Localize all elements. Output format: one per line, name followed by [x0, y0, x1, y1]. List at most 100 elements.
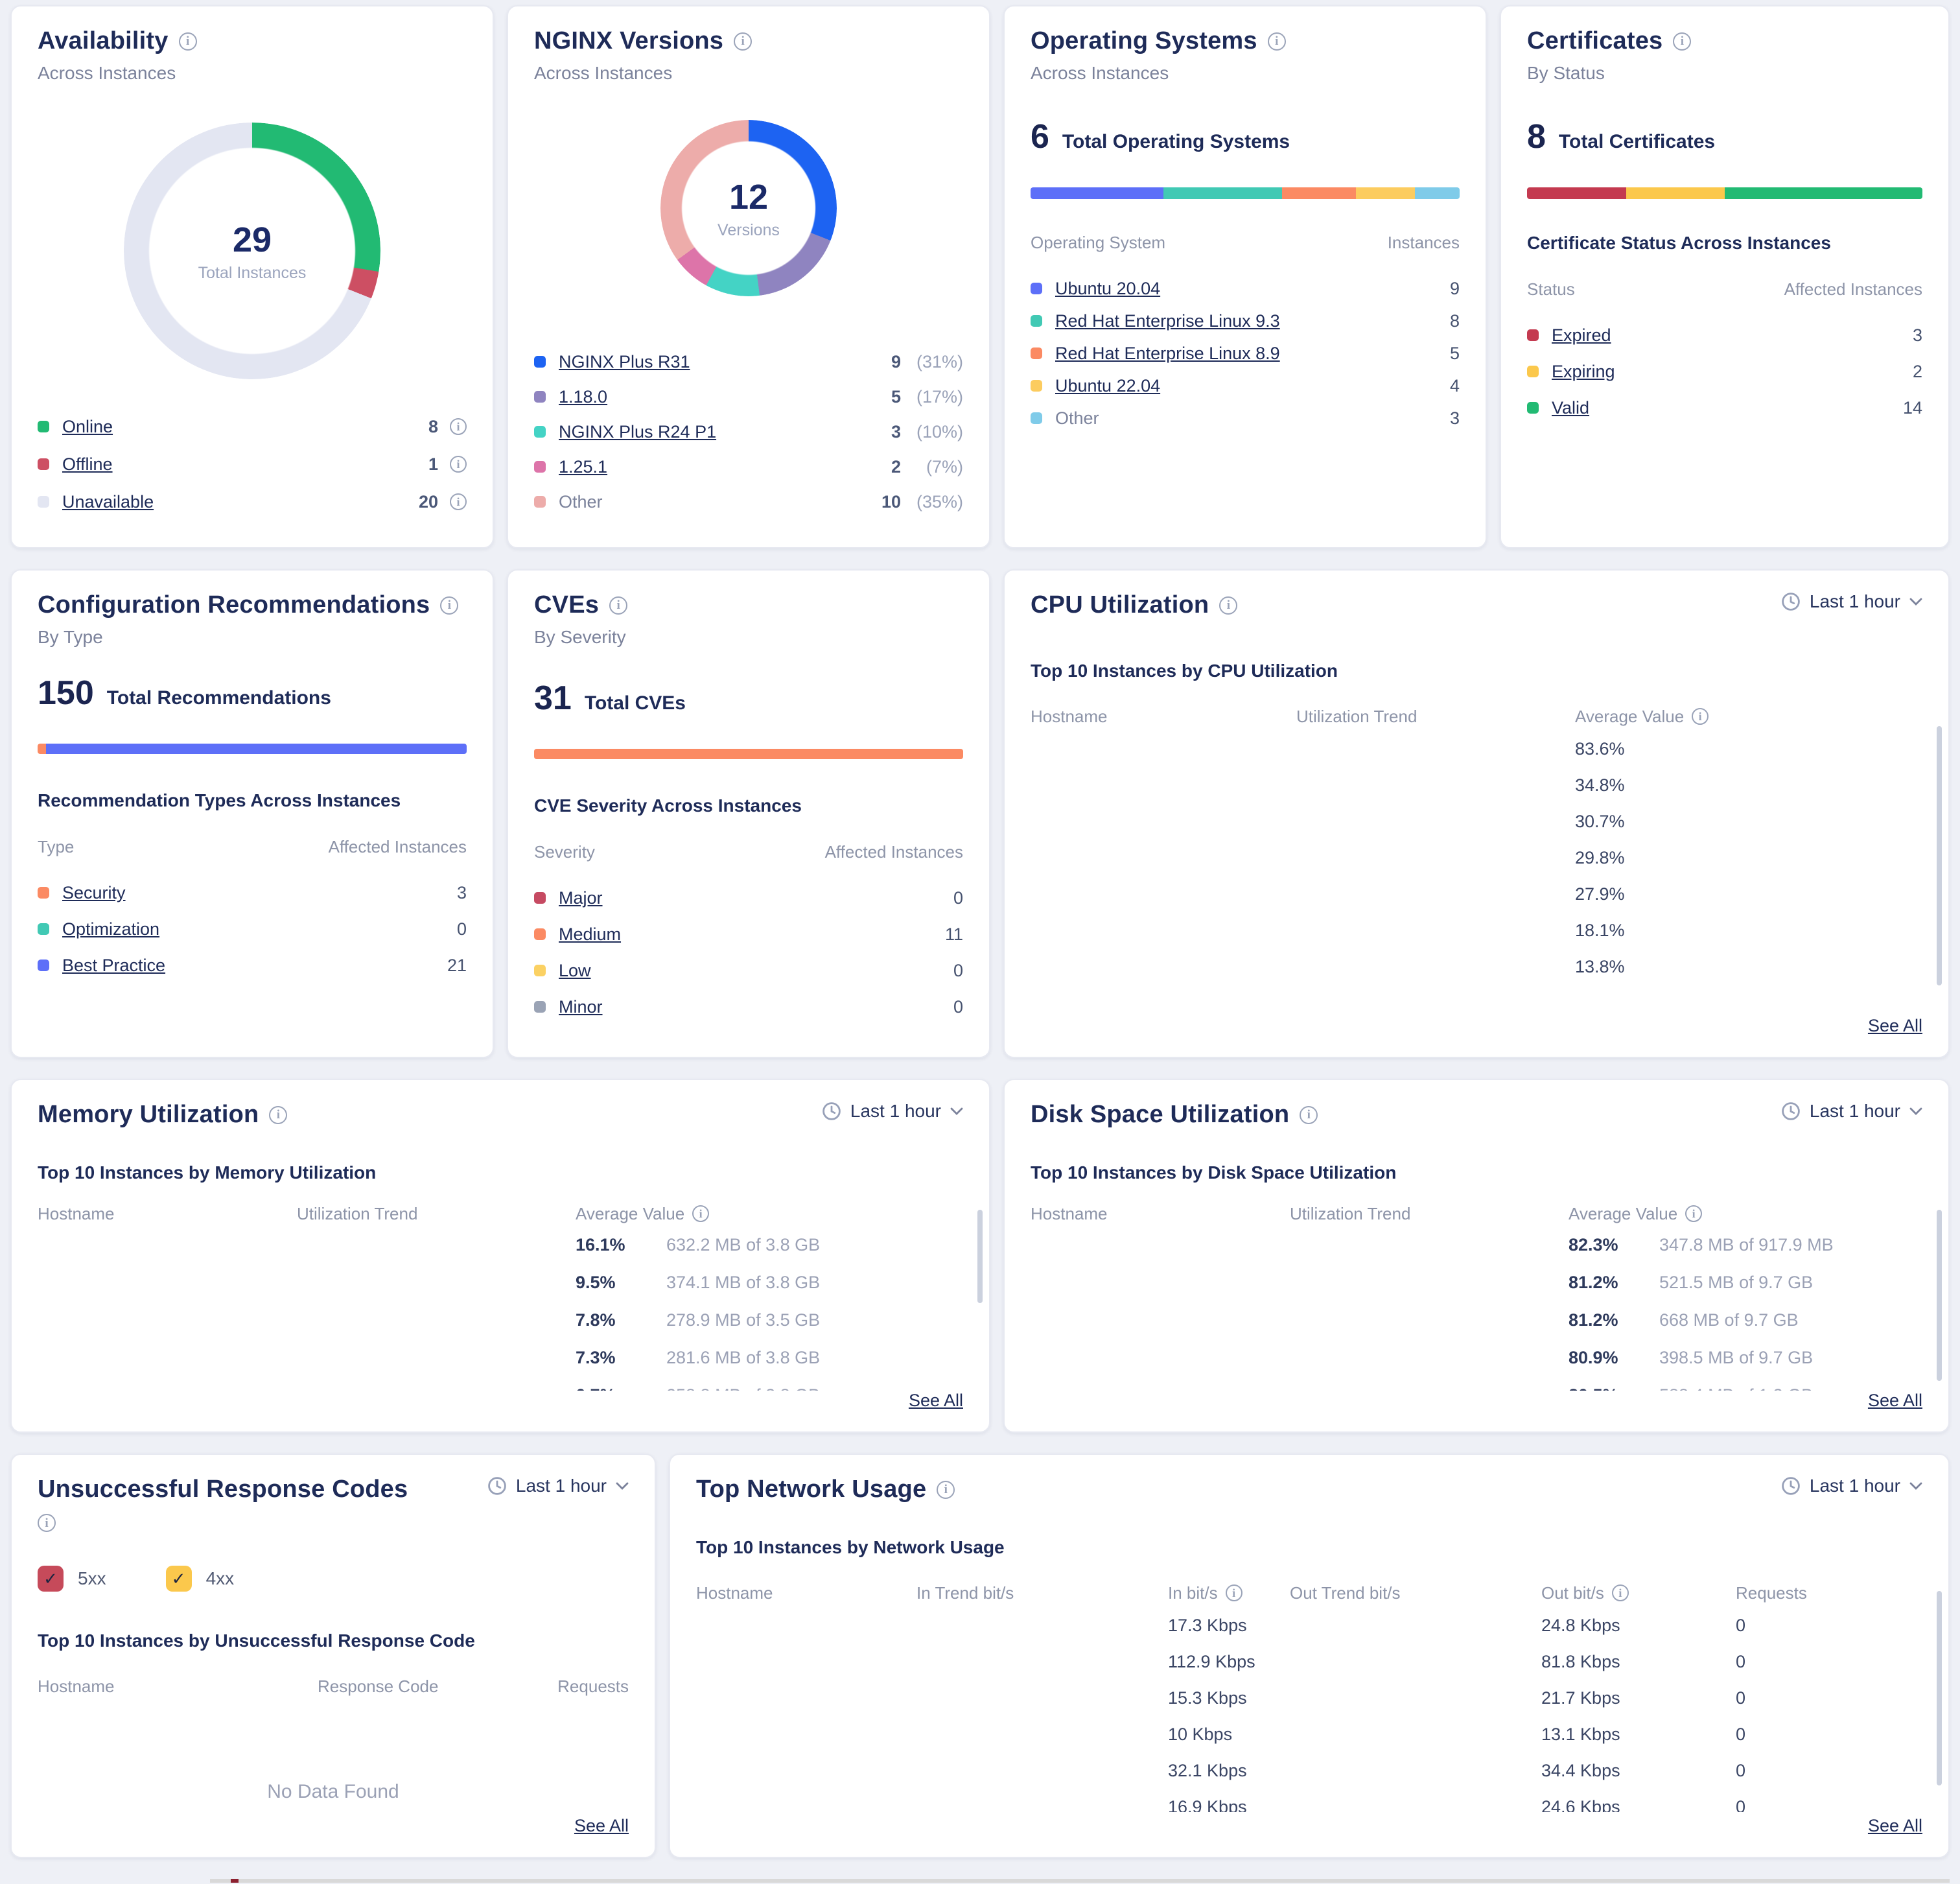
- info-icon[interactable]: i: [38, 1514, 56, 1532]
- card-title: CVEs: [534, 591, 599, 619]
- info-icon[interactable]: i: [1300, 1106, 1318, 1124]
- header-average-value: Average Value: [1575, 707, 1684, 727]
- legend-value: 8: [428, 417, 438, 437]
- legend-link[interactable]: Online: [62, 417, 113, 437]
- time-range-label: Last 1 hour: [1810, 591, 1900, 612]
- legend-value: 10: [881, 492, 901, 512]
- item-link[interactable]: Expiring: [1552, 362, 1615, 382]
- item-link[interactable]: Other: [1055, 408, 1099, 429]
- info-icon[interactable]: i: [269, 1106, 287, 1124]
- list-item: Expired 3: [1527, 325, 1922, 345]
- response-code-filter[interactable]: ✓ 4xx: [166, 1566, 235, 1592]
- out-value: 24.6 Kbps: [1484, 1797, 1663, 1813]
- bar-segment: [1356, 187, 1415, 199]
- item-value: 0: [457, 919, 467, 939]
- info-icon[interactable]: i: [1219, 596, 1237, 615]
- time-range-label: Last 1 hour: [516, 1476, 607, 1496]
- info-icon[interactable]: i: [1226, 1584, 1242, 1601]
- see-all-link[interactable]: See All: [1868, 1391, 1922, 1411]
- info-icon[interactable]: i: [1612, 1584, 1629, 1601]
- info-icon[interactable]: i: [440, 596, 458, 615]
- item-link[interactable]: Ubuntu 22.04: [1055, 376, 1160, 396]
- legend-value: 5: [891, 387, 901, 407]
- in-value: 32.1 Kbps: [1111, 1761, 1290, 1781]
- item-link[interactable]: Optimization: [62, 919, 159, 939]
- see-all-link[interactable]: See All: [574, 1816, 629, 1836]
- network-usage-card: Top Network Usage i Last 1 hour Top 10 I…: [669, 1454, 1950, 1858]
- info-icon[interactable]: i: [450, 456, 467, 473]
- info-icon[interactable]: i: [450, 418, 467, 435]
- item-link[interactable]: Best Practice: [62, 956, 165, 976]
- item-link[interactable]: Valid: [1552, 398, 1589, 418]
- legend-link[interactable]: 1.25.1: [559, 457, 607, 477]
- item-link[interactable]: Medium: [559, 924, 621, 945]
- legend-link[interactable]: NGINX Plus R31: [559, 352, 690, 372]
- legend-swatch: [534, 461, 546, 473]
- legend-link[interactable]: Other: [559, 492, 603, 512]
- cutoff-next-row: [210, 1879, 1950, 1883]
- table-row: 7.8% 278.9 MB of 3.5 GB: [38, 1301, 963, 1339]
- average-percent: 16.1%: [576, 1235, 666, 1255]
- legend-swatch: [38, 496, 49, 508]
- table-row: 80.5% 588.4 MB of 1.3 GB: [1031, 1376, 1922, 1391]
- info-icon[interactable]: i: [1685, 1205, 1702, 1222]
- item-link[interactable]: Security: [62, 883, 126, 903]
- see-all-link[interactable]: See All: [909, 1391, 963, 1411]
- filter-label: 5xx: [78, 1568, 106, 1589]
- response-code-filter[interactable]: ✓ 5xx: [38, 1566, 106, 1592]
- average-size: 258.8 MB of 3.8 GB: [666, 1385, 963, 1391]
- network-scrollbar[interactable]: [1937, 1591, 1942, 1785]
- card-subtitle: Across Instances: [534, 63, 963, 84]
- item-link[interactable]: Red Hat Enterprise Linux 8.9: [1055, 344, 1280, 364]
- info-icon[interactable]: i: [937, 1481, 955, 1499]
- item-swatch: [38, 960, 49, 971]
- info-icon[interactable]: i: [450, 493, 467, 510]
- legend-link[interactable]: Offline: [62, 454, 113, 475]
- info-icon[interactable]: i: [179, 32, 197, 51]
- info-icon[interactable]: i: [1268, 32, 1286, 51]
- info-icon[interactable]: i: [609, 596, 627, 615]
- dashboard-row-2: Configuration Recommendations i By Type …: [10, 569, 1950, 1058]
- see-all-link[interactable]: See All: [1868, 1016, 1922, 1036]
- time-range-dropdown[interactable]: Last 1 hour: [487, 1476, 629, 1496]
- item-link[interactable]: Red Hat Enterprise Linux 9.3: [1055, 311, 1280, 331]
- item-link[interactable]: Expired: [1552, 325, 1611, 346]
- table-row: 6.7% 258.8 MB of 3.8 GB: [38, 1376, 963, 1391]
- bar-segment: [534, 749, 963, 759]
- info-icon[interactable]: i: [734, 32, 752, 51]
- table-row: 15.3 Kbps 21.7 Kbps 0: [696, 1680, 1922, 1716]
- item-value: 9: [1450, 279, 1460, 299]
- legend-link[interactable]: NGINX Plus R24 P1: [559, 422, 716, 442]
- legend-link[interactable]: 1.18.0: [559, 387, 607, 407]
- memory-scrollbar[interactable]: [977, 1210, 983, 1303]
- time-range-dropdown[interactable]: Last 1 hour: [1781, 1476, 1922, 1496]
- item-link[interactable]: Ubuntu 20.04: [1055, 279, 1160, 299]
- disk-scrollbar[interactable]: [1937, 1210, 1942, 1381]
- legend-item: NGINX Plus R24 P1 3 (10%): [534, 421, 963, 443]
- legend-link[interactable]: Unavailable: [62, 492, 154, 512]
- cutoff-line: [210, 1879, 1950, 1883]
- info-icon[interactable]: i: [1673, 32, 1691, 51]
- rec-section-title: Recommendation Types Across Instances: [38, 790, 467, 811]
- memory-utilization-card: Memory Utilization i Last 1 hour Top 10 …: [10, 1079, 990, 1433]
- see-all-link[interactable]: See All: [1868, 1816, 1922, 1836]
- cpu-scrollbar[interactable]: [1937, 726, 1942, 985]
- item-link[interactable]: Major: [559, 888, 603, 908]
- item-link[interactable]: Low: [559, 961, 591, 981]
- item-value: 0: [953, 961, 963, 981]
- average-value: 13.8%: [1575, 957, 1922, 977]
- time-range-dropdown[interactable]: Last 1 hour: [1781, 591, 1922, 612]
- time-range-dropdown[interactable]: Last 1 hour: [822, 1101, 963, 1122]
- time-range-dropdown[interactable]: Last 1 hour: [1781, 1101, 1922, 1122]
- disk-utilization-card: Disk Space Utilization i Last 1 hour Top…: [1003, 1079, 1950, 1433]
- item-value: 8: [1450, 311, 1460, 331]
- header-average-value: Average Value: [1569, 1204, 1677, 1224]
- checkbox[interactable]: ✓: [166, 1566, 192, 1592]
- bar-segment: [1163, 187, 1282, 199]
- card-subtitle: By Type: [38, 627, 467, 648]
- info-icon[interactable]: i: [692, 1205, 709, 1222]
- info-icon[interactable]: i: [1692, 708, 1709, 725]
- clock-icon: [487, 1476, 507, 1496]
- item-link[interactable]: Minor: [559, 997, 603, 1017]
- checkbox[interactable]: ✓: [38, 1566, 64, 1592]
